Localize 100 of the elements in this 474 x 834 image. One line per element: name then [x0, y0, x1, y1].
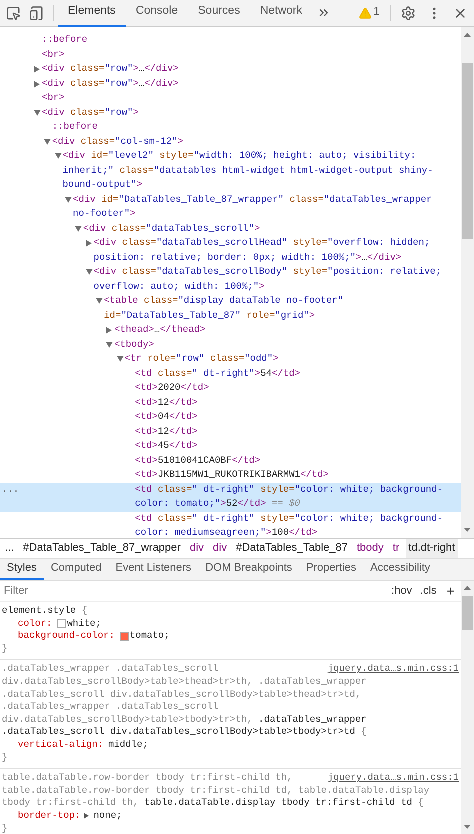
- tree-row[interactable]: <td>12</td>: [0, 396, 461, 410]
- property-value[interactable]: middle;: [108, 738, 148, 752]
- property-value[interactable]: none;: [94, 810, 122, 822]
- triangle-right-icon[interactable]: [86, 240, 92, 247]
- tree-row[interactable]: ::before: [0, 33, 461, 48]
- scrollbar[interactable]: [461, 27, 474, 538]
- tree-row[interactable]: <td>45</td>: [0, 439, 461, 454]
- filter-field[interactable]: Filter: [0, 581, 388, 601]
- breadcrumb[interactable]: #DataTables_Table_87: [233, 538, 351, 558]
- scrollbar-thumb[interactable]: [462, 596, 473, 630]
- scroll-up-icon[interactable]: [464, 33, 471, 37]
- breadcrumb[interactable]: tr: [390, 538, 403, 558]
- sidebar-tab[interactable]: Accessibility: [364, 559, 438, 580]
- triangle-down-icon[interactable]: [75, 226, 82, 232]
- tree-row[interactable]: <div class="row">…</div>: [0, 62, 461, 76]
- property-name[interactable]: vertical-align:: [18, 738, 104, 752]
- triangle-right-icon[interactable]: [34, 80, 40, 88]
- tree-row[interactable]: <td>04</td>: [0, 410, 461, 424]
- warning-count[interactable]: 1: [374, 4, 380, 22]
- tree-row[interactable]: <div class="dataTables_scrollBody" style="position: relative; overflow: auto; width: 100%;">: [0, 265, 461, 294]
- triangle-right-icon[interactable]: [34, 66, 40, 73]
- tree-row[interactable]: <div class="dataTables_scrollHead" style="overflow: hidden; position: relative; border: 0px; width: 100%;">…</div>: [0, 236, 461, 265]
- tree-row[interactable]: <div id="DataTables_Table_87_wrapper" class="dataTables_wrapper no-footer">: [0, 192, 461, 222]
- tree-row[interactable]: <tr role="row" class="odd">: [0, 352, 461, 366]
- tree-row[interactable]: <thead>…</thead>: [0, 323, 461, 338]
- settings-icon[interactable]: [401, 6, 416, 20]
- triangle-down-icon[interactable]: [116, 356, 124, 362]
- tree-row[interactable]: <td class=" dt-right">54</td>: [0, 366, 461, 381]
- closing-brace: }: [2, 752, 8, 763]
- triangle-down-icon[interactable]: [86, 269, 93, 275]
- property-name[interactable]: color:: [18, 618, 52, 630]
- dom-node-markup: <br>: [42, 48, 66, 62]
- tree-row[interactable]: <div class="row">…</div>: [0, 76, 461, 91]
- sidebar-tab[interactable]: Styles: [0, 559, 44, 580]
- triangle-down-icon[interactable]: [65, 196, 72, 202]
- breadcrumb[interactable]: div: [210, 538, 230, 558]
- breadcrumb[interactable]: td.dt-right: [406, 538, 458, 558]
- tree-row[interactable]: <div class="row">: [0, 106, 461, 120]
- gutter-dots[interactable]: ...: [2, 482, 20, 497]
- hover-state-button[interactable]: :hov: [388, 582, 416, 600]
- tree-row[interactable]: <div id="level2" style="width: 100%; height: auto; visibility: inherit;" class="datatables html-widget html-widget-output shiny-bound-output">: [0, 149, 461, 192]
- tree-row[interactable]: <div class="col-sm-12">: [0, 134, 461, 149]
- tree-row[interactable]: <table class="display dataTable no-footer" id="DataTables_Table_87" role="grid">: [0, 294, 461, 323]
- breadcrumb[interactable]: tbody: [354, 538, 387, 558]
- source-link[interactable]: jquery.data…s.min.css:1: [328, 772, 459, 785]
- property-name[interactable]: border-top:: [18, 810, 81, 822]
- class-toggle-button[interactable]: .cls: [416, 582, 441, 600]
- source-link[interactable]: jquery.data…s.min.css:1: [328, 663, 459, 676]
- scroll-down-icon[interactable]: [464, 528, 471, 532]
- breadcrumb[interactable]: #DataTables_Table_87_wrapper: [20, 538, 184, 558]
- triangle-down-icon[interactable]: [96, 298, 104, 304]
- breadcrumb[interactable]: ...: [2, 538, 18, 558]
- tree-row[interactable]: <td>JKB115MW1_RUKOTRIKIBARMW1</td>: [0, 468, 461, 482]
- sidebar-tab[interactable]: Properties: [299, 559, 364, 580]
- scrollbar-thumb[interactable]: [462, 63, 473, 239]
- scroll-down-icon[interactable]: [464, 825, 471, 829]
- dom-node-markup: ::before: [52, 120, 99, 134]
- dom-node-markup: <td>51010041CA0BF</td>: [135, 454, 262, 468]
- property-value[interactable]: white;: [67, 618, 102, 630]
- panel-tab[interactable]: Console: [126, 0, 188, 26]
- tree-row[interactable]: ::before: [0, 120, 461, 134]
- sidebar-tab[interactable]: DOM Breakpoints: [198, 559, 300, 580]
- triangle-down-icon[interactable]: [106, 342, 114, 348]
- tree-row[interactable]: <td>2020</td>: [0, 381, 461, 396]
- triangle-right-icon[interactable]: [106, 327, 112, 334]
- triangle-down-icon[interactable]: [54, 153, 62, 159]
- panel-tab[interactable]: Network: [250, 0, 313, 26]
- tree-row[interactable]: <td class=" dt-right" style="color: white; background-color: mediumseagreen;">100</td>: [0, 512, 461, 538]
- scroll-up-icon[interactable]: [464, 586, 471, 590]
- tree-row[interactable]: ... <td class=" dt-right" style="color: white; background-color: tomato;">52</td> == $0: [0, 482, 461, 512]
- color-swatch[interactable]: [57, 619, 66, 628]
- tree-row[interactable]: <td>12</td>: [0, 424, 461, 439]
- sidebar-tab[interactable]: Event Listeners: [108, 559, 199, 580]
- panel-tab[interactable]: Sources: [188, 0, 250, 26]
- dom-node-markup: <div class="dataTables_scroll">: [83, 222, 262, 236]
- dom-node-markup: <tr role="row" class="odd">: [124, 352, 280, 366]
- tree-row[interactable]: <br>: [0, 48, 461, 62]
- device-toggle-icon[interactable]: [29, 6, 44, 20]
- breadcrumb[interactable]: div: [186, 538, 208, 558]
- scrollbar[interactable]: [461, 581, 474, 834]
- tree-row[interactable]: <div class="dataTables_scroll">: [0, 222, 461, 236]
- dom-node-markup: <div class="row">…</div>: [42, 62, 180, 76]
- dom-node-markup: <td class=" dt-right" style="color: white; background-color: mediumseagreen;">100</td>: [135, 512, 444, 538]
- triangle-down-icon[interactable]: [34, 110, 41, 116]
- tree-row[interactable]: <td>51010041CA0BF</td>: [0, 454, 461, 468]
- css-selector: element.style {: [2, 605, 88, 618]
- tree-row[interactable]: <tbody>: [0, 338, 461, 352]
- expand-triangle-icon[interactable]: [84, 813, 89, 820]
- add-rule-button[interactable]: +: [440, 581, 461, 602]
- property-name[interactable]: background-color:: [18, 630, 115, 643]
- inspect-icon[interactable]: [6, 6, 21, 20]
- sidebar-tab[interactable]: Computed: [44, 559, 109, 580]
- triangle-down-icon[interactable]: [44, 138, 52, 144]
- dom-node-markup: <td>04</td>: [135, 410, 199, 424]
- tree-row[interactable]: <br>: [0, 91, 461, 106]
- color-swatch[interactable]: [120, 632, 129, 641]
- dom-node-markup: <td class=" dt-right" style="color: white; background-color: tomato;">52</td> == $0: [135, 482, 444, 511]
- property-value[interactable]: tomato;: [130, 630, 170, 643]
- panel-tab[interactable]: Elements: [58, 0, 126, 26]
- css-selector: div.dataTables_scrollBody>table>tbody>tr>th, .dataTables_wrapper: [2, 714, 367, 726]
